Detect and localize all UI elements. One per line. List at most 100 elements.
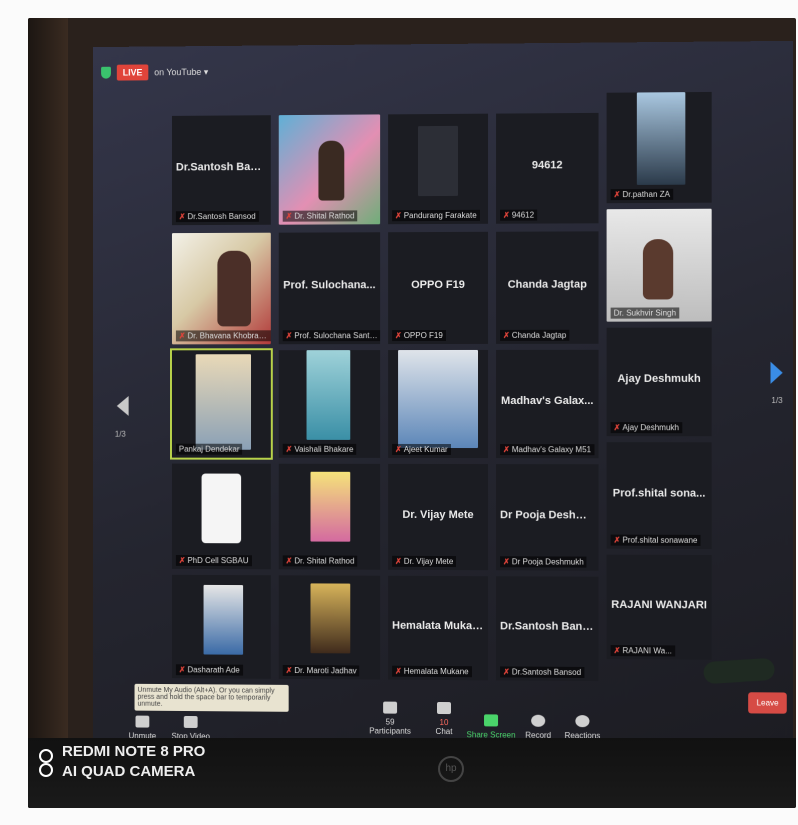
participant-label: ✗ Dr. Maroti Jadhav	[282, 664, 360, 677]
mic-muted-icon: ✗	[395, 211, 402, 221]
participant-video	[203, 584, 244, 655]
participants-button[interactable]: 59 Participants	[364, 701, 416, 736]
participant-tile[interactable]: Madhav's Galax... ✗ Madhav's Galaxy M51	[496, 349, 599, 459]
participant-name-center: Ajay Deshmukh	[617, 373, 701, 386]
participant-label: ✗ Dr. Vijay Mete	[392, 555, 457, 568]
participant-tile[interactable]: Dr.Santosh Bans... ✗ Dr.Santosh Bansod	[496, 576, 599, 682]
participant-tile[interactable]: ✗ PhD Cell SGBAU	[171, 463, 271, 570]
mic-muted-icon: ✗	[178, 212, 186, 222]
participant-tile[interactable]: OPPO F19 ✗ OPPO F19	[388, 231, 489, 345]
participant-video	[306, 350, 351, 440]
participant-tile[interactable]: ✗ Pandurang Farakate	[388, 113, 489, 225]
unmute-button[interactable]: Unmute	[123, 715, 162, 741]
mic-muted-icon: ✗	[178, 331, 186, 341]
participant-label: Pankaj Dendekar	[175, 443, 243, 455]
mic-muted-icon: ✗	[178, 555, 186, 565]
live-badge[interactable]: LIVE	[116, 64, 149, 81]
unmute-tooltip: Unmute My Audio (Alt+A). Or you can simp…	[134, 683, 289, 712]
mic-muted-icon: ✗	[503, 210, 510, 220]
participant-tile-active[interactable]: Pankaj Dendekar	[169, 348, 273, 460]
participant-label: ✗ Ajeet Kumar	[392, 443, 451, 456]
participant-label: ✗ Vaishali Bhakare	[282, 443, 357, 455]
participant-tile[interactable]: Ajay Deshmukh ✗ Ajay Deshmukh	[606, 327, 712, 437]
next-page-arrow-icon[interactable]	[770, 361, 783, 384]
mic-muted-icon: ✗	[285, 665, 293, 675]
participant-tile[interactable]: Dr Pooja Deshm... ✗ Dr Pooja Deshmukh	[496, 464, 599, 571]
mic-muted-icon: ✗	[613, 423, 621, 433]
mic-muted-icon: ✗	[503, 330, 510, 340]
participant-label: ✗ Madhav's Galaxy M51	[500, 444, 595, 456]
record-button[interactable]: Record	[520, 714, 556, 740]
participant-video	[195, 354, 252, 450]
participant-label: ✗ RAJANI Wa...	[610, 645, 675, 657]
monitor-photo: LIVE on YouTube ▾ Dr.Santosh Bans... ✗ Dr…	[28, 18, 796, 808]
participant-name-center: 94612	[531, 159, 563, 172]
participant-tile[interactable]: Hemalata Mukane ✗ Hemalata Mukane	[388, 575, 489, 681]
participant-name-center: Dr.Santosh Bans...	[175, 161, 271, 174]
participant-tile[interactable]: Dr. Sukhvir Singh	[606, 208, 712, 322]
participant-tile[interactable]: Chanda Jagtap ✗ Chanda Jagtap	[496, 231, 599, 344]
participant-tile[interactable]: ✗ Dr. Shital Rathod	[278, 463, 381, 570]
participant-tile[interactable]: ✗ Dr. Bhavana Khobragade	[171, 232, 271, 345]
background-shadow	[28, 18, 68, 808]
participant-face	[318, 140, 345, 201]
participant-tile[interactable]: ✗ Dr.pathan ZA	[606, 91, 712, 204]
participant-tile[interactable]: 94612 ✗ 94612	[496, 112, 599, 224]
camera-watermark: REDMI NOTE 8 PRO AI QUAD CAMERA	[62, 742, 205, 782]
participant-tile[interactable]: ✗ Ajeet Kumar	[388, 349, 489, 459]
mic-muted-icon: ✗	[285, 331, 293, 341]
mic-muted-icon: ✗	[395, 444, 402, 454]
page-indicator-right: 1/3	[771, 395, 783, 406]
participant-label: ✗ Prof.shital sonawane	[610, 534, 701, 546]
participant-name-center: Hemalata Mukane	[392, 619, 485, 632]
mic-muted-icon: ✗	[395, 556, 402, 566]
participant-label: ✗ 94612	[500, 209, 538, 221]
mic-muted-icon: ✗	[503, 667, 510, 677]
participant-video	[310, 471, 351, 542]
participant-label: ✗ Ajay Deshmukh	[610, 422, 683, 434]
stream-destination[interactable]: on YouTube ▾	[154, 66, 208, 77]
reactions-icon	[575, 715, 590, 728]
participant-tile[interactable]: Dr. Vijay Mete ✗ Dr. Vijay Mete	[388, 463, 489, 571]
participant-label: ✗ Dr. Shital Rathod	[282, 555, 358, 567]
participant-label: ✗ PhD Cell SGBAU	[175, 554, 252, 567]
participant-name-center: Madhav's Galax...	[501, 395, 594, 408]
participant-tile[interactable]: ✗ Dasharath Ade	[171, 574, 271, 679]
participant-name-center: Dr.Santosh Bans...	[500, 620, 598, 633]
chat-button[interactable]: 10 Chat	[426, 701, 462, 736]
participant-label: ✗ OPPO F19	[392, 329, 446, 342]
leave-button[interactable]: Leave	[748, 692, 787, 714]
mic-muted-icon: ✗	[285, 211, 293, 221]
participant-face	[642, 239, 674, 300]
mic-muted-icon: ✗	[285, 556, 293, 566]
participant-label: Dr. Sukhvir Singh	[610, 307, 680, 319]
reactions-button[interactable]: Reactions	[560, 715, 604, 740]
security-shield-icon[interactable]	[101, 66, 111, 79]
participant-name-center: Dr. Vijay Mete	[402, 508, 474, 521]
participant-label: ✗ Dr. Bhavana Khobragade	[175, 330, 271, 342]
participant-tile[interactable]: ✗ Dr. Shital Rathod	[278, 114, 381, 225]
mic-muted-icon: ✗	[395, 331, 402, 341]
participant-label: ✗ Chanda Jagtap	[500, 329, 570, 341]
participant-name-center: Chanda Jagtap	[507, 278, 587, 291]
camera-lens-icon	[39, 749, 53, 777]
chat-bubble-icon	[437, 701, 451, 715]
participant-tile[interactable]: ✗ Dr. Maroti Jadhav	[278, 575, 381, 680]
participant-tile[interactable]: Prof.shital sona... ✗ Prof.shital sonawan…	[606, 442, 712, 550]
participant-video	[398, 349, 479, 449]
participant-tile[interactable]: Dr.Santosh Bans... ✗ Dr.Santosh Bansod	[171, 115, 271, 226]
participant-label: ✗ Dr.Santosh Bansod	[175, 210, 259, 223]
participant-name-center: RAJANI WANJARI	[611, 598, 707, 612]
share-screen-button[interactable]: Share Screen	[466, 714, 516, 740]
previous-page-arrow-icon[interactable]	[116, 396, 129, 416]
participant-tile[interactable]: ✗ Vaishali Bhakare	[278, 350, 381, 458]
mic-muted-icon: ✗	[178, 665, 186, 675]
participant-tile[interactable]: Prof. Sulochana... ✗ Prof. Sulochana Sant…	[278, 232, 381, 345]
mic-muted-icon: ✗	[613, 646, 621, 656]
participant-video	[636, 92, 686, 185]
participant-tile[interactable]: RAJANI WANJARI ✗ RAJANI Wa...	[606, 554, 712, 660]
microphone-muted-icon	[135, 715, 150, 728]
photo-background: LIVE on YouTube ▾ Dr.Santosh Bans... ✗ Dr…	[0, 0, 798, 825]
participant-name-center: OPPO F19	[411, 278, 465, 292]
participant-label: ✗ Dasharath Ade	[175, 664, 243, 676]
